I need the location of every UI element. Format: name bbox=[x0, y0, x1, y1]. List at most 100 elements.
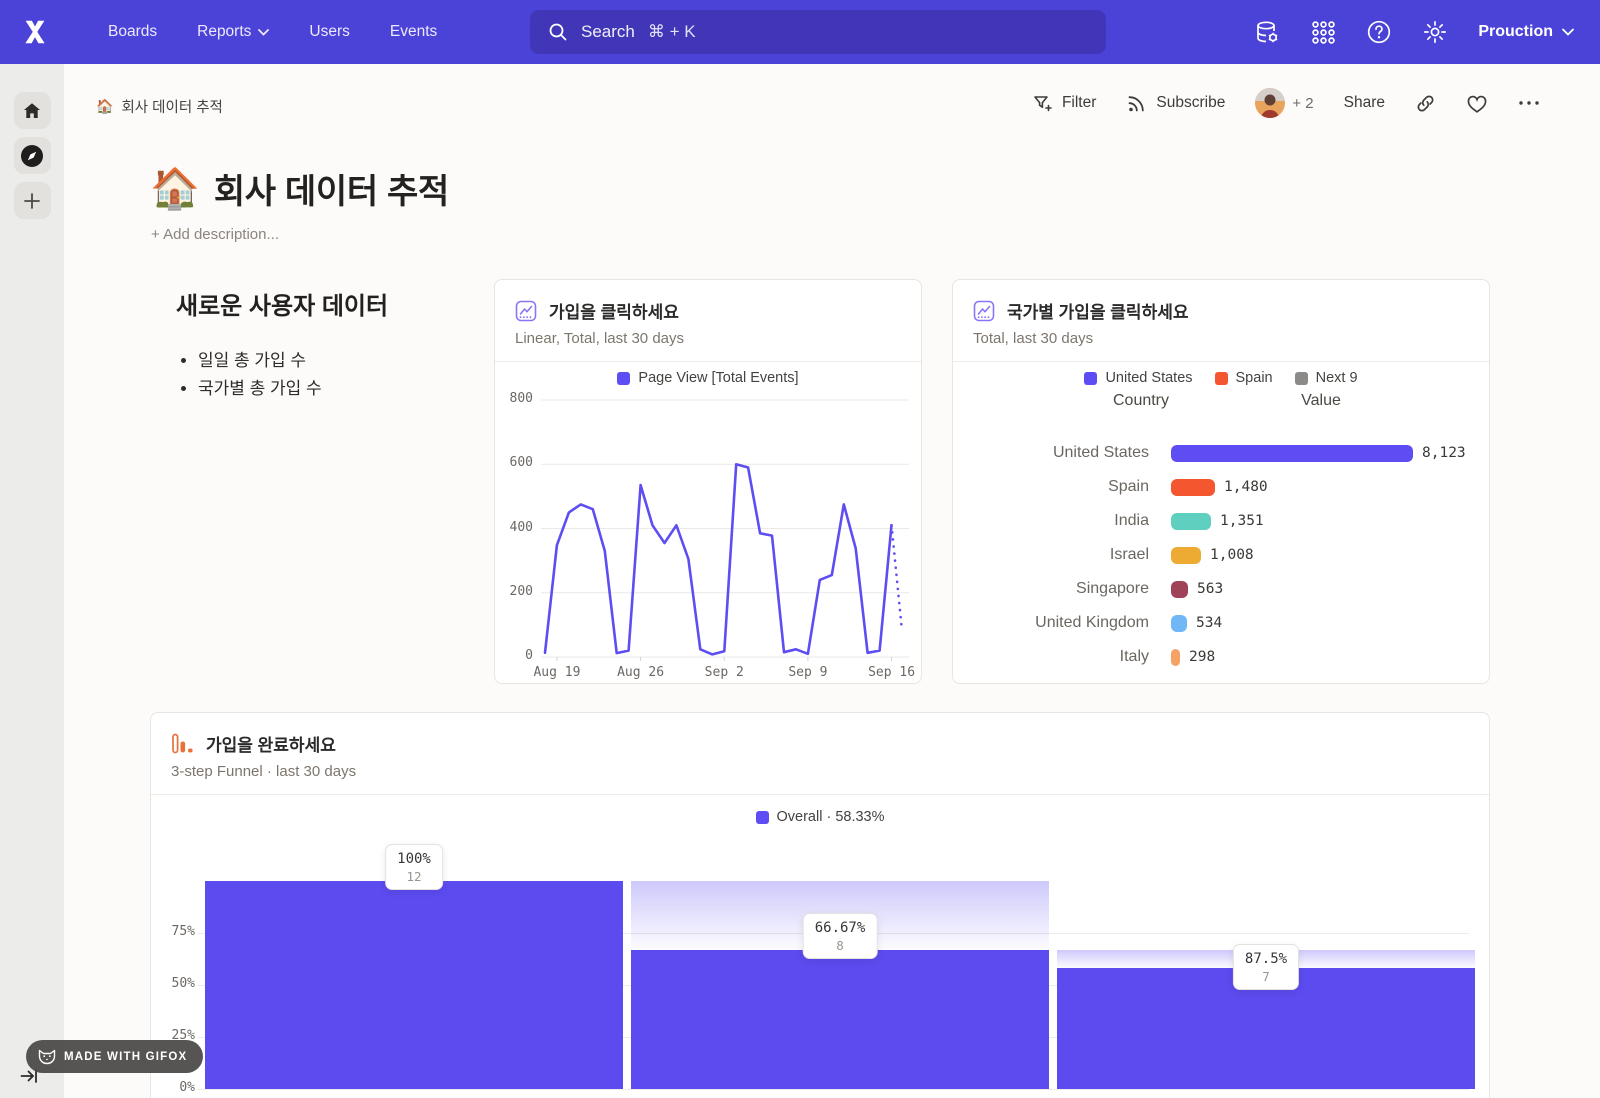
funnel-plot[interactable]: 100%12 66.67% 8 87.5% 7 bbox=[205, 713, 1475, 1098]
table-row[interactable]: United Kingdom534 bbox=[973, 606, 1479, 640]
value-bar[interactable] bbox=[1171, 581, 1188, 598]
step-count: 12 bbox=[397, 869, 431, 884]
share-button[interactable]: Share bbox=[1344, 94, 1385, 112]
settings-gear-icon[interactable] bbox=[1422, 19, 1448, 45]
table-row[interactable]: India1,351 bbox=[973, 504, 1479, 538]
table-row[interactable]: Italy298 bbox=[973, 640, 1479, 674]
table-row[interactable]: United States8,123 bbox=[973, 436, 1479, 470]
legend-swatch bbox=[1084, 372, 1097, 385]
funnel-chart-card[interactable]: 가입을 완료하세요 3-step Funnel · last 30 days O… bbox=[150, 712, 1490, 1098]
favorite-button[interactable] bbox=[1466, 93, 1488, 114]
text-widget[interactable]: 새로운 사용자 데이터 일일 총 가입 수 국가별 총 가입 수 bbox=[176, 286, 388, 403]
line-chart-card[interactable]: 가입을 클릭하세요 Linear, Total, last 30 days Pa… bbox=[494, 279, 922, 684]
value-bar bbox=[1171, 683, 1179, 685]
country-bar-chart-card[interactable]: 국가별 가입을 클릭하세요 Total, last 30 days United… bbox=[952, 279, 1490, 684]
y-tick-label: 800 bbox=[497, 391, 533, 406]
legend-item[interactable]: United States bbox=[1084, 370, 1192, 386]
home-icon bbox=[22, 101, 42, 121]
discover-button[interactable] bbox=[14, 137, 51, 174]
search-shortcut: ⌘ + K bbox=[648, 22, 696, 42]
plus-icon bbox=[23, 192, 41, 210]
value-bar[interactable] bbox=[1171, 615, 1187, 632]
value-bar[interactable] bbox=[1171, 479, 1215, 496]
home-button[interactable] bbox=[14, 92, 51, 129]
value-label: 1,480 bbox=[1224, 479, 1268, 495]
list-item: 국가별 총 가입 수 bbox=[198, 375, 388, 403]
data-management-icon[interactable] bbox=[1254, 19, 1280, 45]
value-label: 8,123 bbox=[1422, 445, 1466, 461]
subscribe-button[interactable]: Subscribe bbox=[1126, 93, 1225, 114]
y-tick-label: 0 bbox=[497, 648, 533, 663]
x-tick-label: Aug 26 bbox=[606, 665, 676, 680]
filter-button[interactable]: Filter bbox=[1032, 93, 1096, 114]
page-title-emoji: 🏠 bbox=[150, 165, 200, 212]
funnel-step-tooltip: 100%12 bbox=[385, 844, 443, 890]
search-placeholder: Search bbox=[581, 22, 635, 42]
nav-events[interactable]: Events bbox=[390, 23, 437, 41]
navbar-right-cluster: Prouction bbox=[1254, 0, 1574, 64]
legend-item[interactable]: Page View [Total Events] bbox=[617, 370, 798, 386]
x-tick-label: Sep 2 bbox=[689, 665, 759, 680]
heart-icon bbox=[1466, 93, 1488, 114]
gifox-watermark: MADE WITH GIFOX bbox=[26, 1040, 203, 1073]
add-description-link[interactable]: + Add description... bbox=[151, 226, 279, 243]
mixpanel-logo-icon[interactable] bbox=[18, 15, 52, 49]
search-input[interactable]: Search ⌘ + K bbox=[530, 10, 1106, 54]
more-options-button[interactable] bbox=[1518, 100, 1540, 106]
collaborators[interactable]: + 2 bbox=[1255, 88, 1313, 118]
table-row[interactable]: Singapore563 bbox=[973, 572, 1479, 606]
help-icon[interactable] bbox=[1366, 19, 1392, 45]
copy-link-button[interactable] bbox=[1415, 93, 1436, 114]
value-label: 534 bbox=[1196, 615, 1222, 631]
y-tick-label: 600 bbox=[497, 455, 533, 470]
primary-nav: Boards Reports Users Events bbox=[108, 23, 437, 41]
nav-reports[interactable]: Reports bbox=[197, 23, 269, 41]
logo-x-glyph bbox=[20, 17, 50, 47]
funnel-gridline bbox=[197, 1089, 1469, 1090]
legend-item[interactable]: Spain bbox=[1215, 370, 1273, 386]
left-sidebar bbox=[0, 64, 64, 1098]
nav-users[interactable]: Users bbox=[309, 23, 349, 41]
link-icon bbox=[1415, 93, 1436, 114]
extra-collaborators-count: + 2 bbox=[1292, 95, 1313, 112]
funnel-step-tooltip: 87.5% 7 bbox=[1233, 944, 1299, 990]
x-tick-label: Sep 9 bbox=[773, 665, 843, 680]
funnel-y-tick-label: 0% bbox=[159, 1080, 195, 1095]
legend-swatch bbox=[1215, 372, 1228, 385]
line-chart-plot[interactable] bbox=[539, 388, 911, 670]
table-row[interactable]: Israel1,008 bbox=[973, 538, 1479, 572]
value-bar[interactable] bbox=[1171, 445, 1413, 462]
line-chart-icon bbox=[515, 300, 537, 322]
country-bar-rows: United States8,123Spain1,480India1,351Is… bbox=[973, 436, 1479, 684]
add-board-button[interactable] bbox=[14, 182, 51, 219]
collaborator-avatar bbox=[1255, 88, 1285, 118]
card-subtitle: Total, last 30 days bbox=[973, 330, 1093, 347]
step-conversion-pct: 66.67% bbox=[815, 920, 866, 936]
nav-boards[interactable]: Boards bbox=[108, 23, 157, 41]
card-subtitle: Linear, Total, last 30 days bbox=[515, 330, 684, 347]
card-title[interactable]: 가입을 클릭하세요 bbox=[549, 298, 679, 323]
card-title[interactable]: 국가별 가입을 클릭하세요 bbox=[1007, 298, 1189, 323]
breadcrumb[interactable]: 🏠 회사 데이터 추적 bbox=[96, 96, 223, 117]
legend-item[interactable]: Next 9 bbox=[1295, 370, 1358, 386]
value-bar[interactable] bbox=[1171, 649, 1180, 666]
funnel-bar[interactable] bbox=[205, 881, 623, 1089]
step-count: 8 bbox=[815, 938, 866, 953]
step-conversion-pct: 87.5% bbox=[1245, 951, 1287, 967]
value-label: 1,351 bbox=[1220, 513, 1264, 529]
apps-grid-icon[interactable] bbox=[1310, 19, 1336, 45]
value-bar[interactable] bbox=[1171, 513, 1211, 530]
value-label: 1,008 bbox=[1210, 547, 1254, 563]
table-row[interactable]: Spain1,480 bbox=[973, 470, 1479, 504]
funnel-bar[interactable] bbox=[631, 950, 1049, 1089]
value-bar[interactable] bbox=[1171, 547, 1201, 564]
project-switcher[interactable]: Prouction bbox=[1478, 23, 1574, 41]
chart-legend: Page View [Total Events] bbox=[495, 370, 921, 386]
funnel-y-tick-label: 50% bbox=[159, 976, 195, 991]
step-count: 7 bbox=[1245, 969, 1287, 984]
page-title-text[interactable]: 회사 데이터 추적 bbox=[214, 164, 449, 213]
chevron-down-icon bbox=[1562, 28, 1574, 36]
list-item: 일일 총 가입 수 bbox=[198, 347, 388, 375]
country-label: Singapore bbox=[973, 580, 1149, 598]
app-window: Boards Reports Users Events Search ⌘ + K bbox=[0, 0, 1600, 1098]
